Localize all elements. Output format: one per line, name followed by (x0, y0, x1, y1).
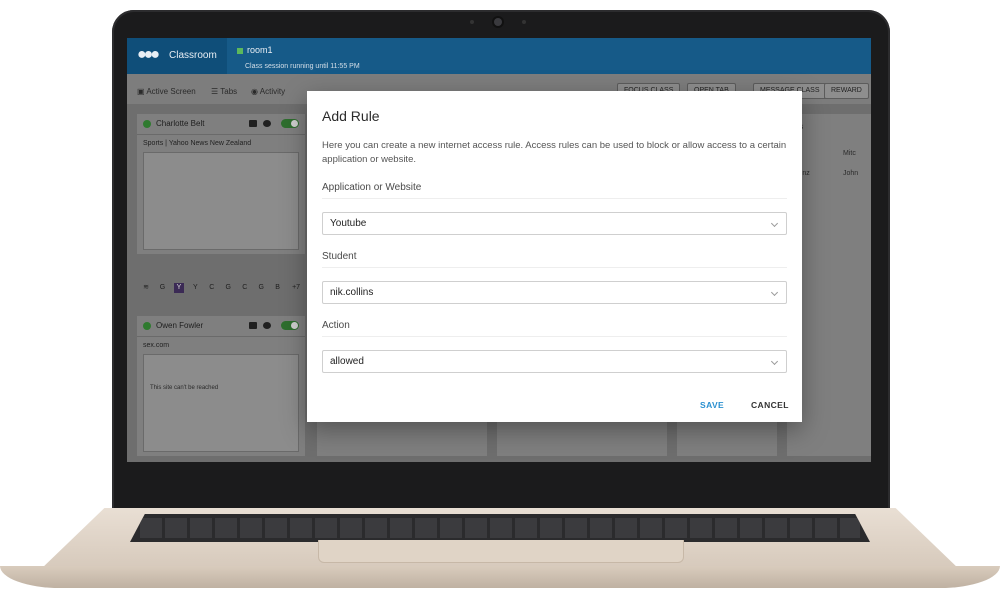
card-header: Charlotte Belt (137, 114, 305, 135)
student-select[interactable]: nik.collins (322, 281, 787, 304)
room-name: room1 (247, 45, 273, 55)
screen-thumbnail[interactable]: This site can't be reached (143, 354, 299, 452)
student-card[interactable]: Charlotte Belt Sports | Yahoo News New Z… (137, 114, 305, 254)
screen-icon[interactable] (249, 120, 257, 127)
tab-activity[interactable]: ◉ Activity (251, 87, 285, 96)
side-row-right: Mitc (843, 150, 856, 157)
page-message: This site can't be reached (150, 385, 219, 391)
cancel-button[interactable]: CANCEL (751, 400, 789, 410)
status-ok-icon (143, 120, 151, 128)
tab-chip[interactable]: G (256, 283, 266, 293)
side-row-right: John (843, 170, 859, 177)
touchpad (318, 540, 684, 563)
tab-chip[interactable]: Y (173, 283, 184, 293)
app-logo[interactable]: ●●● Classroom (127, 38, 227, 74)
app-field-label: Application or Website (322, 182, 422, 193)
session-status: Class session running until 11:55 PM (245, 63, 360, 70)
dialog-title: Add Rule (322, 108, 380, 124)
tab-chip[interactable]: G (223, 283, 233, 293)
divider (322, 267, 787, 268)
internet-toggle[interactable] (281, 119, 299, 128)
app-select[interactable]: Youtube (322, 212, 787, 235)
webcam (494, 18, 502, 26)
chevron-down-icon (770, 357, 779, 366)
room-status-icon (237, 48, 243, 54)
card-header: Owen Fowler (137, 316, 305, 337)
student-field-label: Student (322, 251, 357, 262)
student-card[interactable]: Owen Fowler sex.com This site can't be r… (137, 316, 305, 456)
reward-button[interactable]: REWARD (824, 83, 869, 99)
student-select-value: nik.collins (330, 287, 374, 298)
chevron-down-icon (770, 219, 779, 228)
tab-chip[interactable]: G (157, 283, 167, 293)
more-tabs-count[interactable]: +7 (289, 283, 303, 293)
tab-chip[interactable]: C (207, 283, 217, 293)
action-field-label: Action (322, 320, 350, 331)
action-select-value: allowed (330, 356, 364, 367)
tab-strip: ≋ G Y Y C G C G B +7 (141, 276, 305, 294)
active-tab-title: Sports | Yahoo News New Zealand (143, 140, 252, 147)
chat-icon[interactable] (263, 120, 271, 127)
divider (322, 198, 787, 199)
app-header: ●●● Classroom room1 Class session runnin… (127, 38, 871, 74)
app-select-value: Youtube (330, 218, 367, 229)
keyboard (130, 514, 870, 542)
tab-tabs[interactable]: ☰ Tabs (211, 87, 237, 96)
app-name: Classroom (169, 50, 217, 61)
tab-chip[interactable]: B (273, 283, 283, 293)
internet-toggle[interactable] (281, 321, 299, 330)
student-name: Charlotte Belt (156, 119, 205, 128)
sensor-dot (470, 20, 474, 24)
tab-active-screen[interactable]: ▣ Active Screen (137, 87, 196, 96)
sensor-dot (522, 20, 526, 24)
tab-chip[interactable]: Y (190, 283, 200, 293)
users-icon: ●●● (137, 46, 160, 63)
chevron-down-icon (770, 288, 779, 297)
tab-chip[interactable]: C (240, 283, 250, 293)
screen-thumbnail[interactable] (143, 152, 299, 250)
wifi-icon: ≋ (143, 284, 149, 291)
save-button[interactable]: SAVE (700, 400, 724, 410)
add-rule-dialog: Add Rule Here you can create a new inter… (307, 91, 802, 422)
active-tab-title: sex.com (143, 342, 170, 349)
laptop-front-edge (0, 566, 1000, 588)
status-ok-icon (143, 322, 151, 330)
screen-icon[interactable] (249, 322, 257, 329)
dialog-description: Here you can create a new internet acces… (322, 140, 787, 165)
chat-icon[interactable] (263, 322, 271, 329)
divider (322, 336, 787, 337)
student-name: Owen Fowler (156, 321, 204, 330)
action-select[interactable]: allowed (322, 350, 787, 373)
